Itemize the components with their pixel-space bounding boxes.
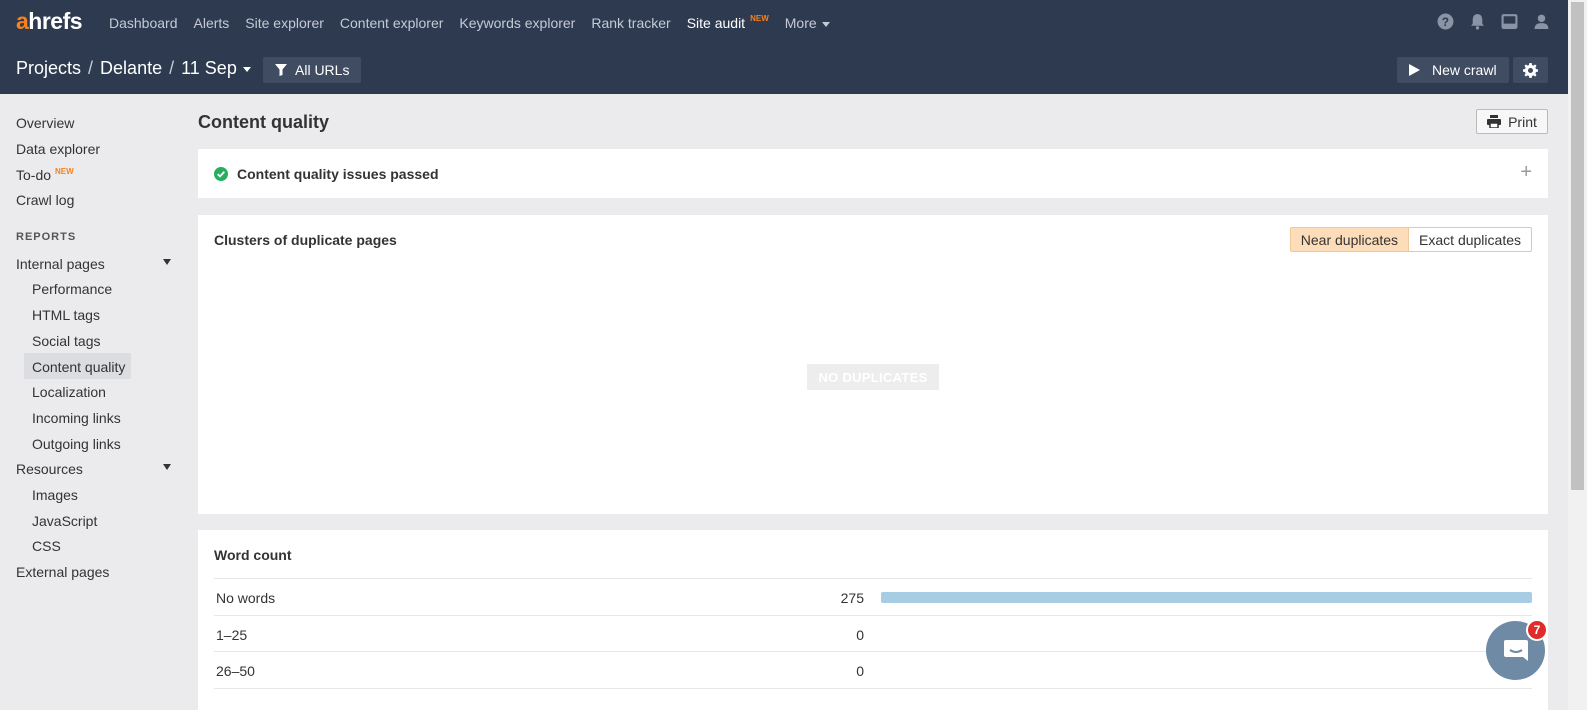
word-count-row: No words 275 <box>214 578 1532 615</box>
top-icons: ? <box>1437 13 1550 30</box>
word-count-row: 1–25 0 <box>214 615 1532 652</box>
new-crawl-button[interactable]: New crawl <box>1397 57 1509 83</box>
breadcrumb: Projects / Delante / 11 Sep <box>16 58 251 79</box>
duplicates-panel: Clusters of duplicate pages Near duplica… <box>198 215 1548 514</box>
sidebar-item-internal-pages[interactable]: Internal pages <box>16 256 105 272</box>
sidebar-item-external-pages[interactable]: External pages <box>16 564 109 580</box>
main-nav: Dashboard Alerts Site explorer Content e… <box>109 14 830 31</box>
svg-text:?: ? <box>1442 16 1449 29</box>
user-icon[interactable] <box>1533 13 1550 30</box>
reports-header: REPORTS <box>16 231 77 243</box>
nav-rank-tracker[interactable]: Rank tracker <box>591 15 670 31</box>
settings-button[interactable] <box>1513 57 1548 83</box>
new-crawl-label: New crawl <box>1432 62 1497 78</box>
print-label: Print <box>1508 113 1537 130</box>
sidebar-item-overview[interactable]: Overview <box>16 115 74 131</box>
chevron-down-icon[interactable] <box>163 464 171 470</box>
chevron-down-icon[interactable] <box>163 259 171 265</box>
exact-duplicates-tab[interactable]: Exact duplicates <box>1409 227 1532 252</box>
sidebar-item-todo[interactable]: To-do NEW <box>16 167 74 183</box>
sidebar-item-javascript[interactable]: JavaScript <box>32 513 97 529</box>
ahrefs-logo[interactable]: ahrefs <box>16 8 83 35</box>
near-duplicates-tab[interactable]: Near duplicates <box>1289 227 1410 252</box>
filter-icon <box>275 64 287 76</box>
sidebar-item-social-tags[interactable]: Social tags <box>32 333 100 349</box>
word-count-range: No words <box>216 590 276 606</box>
word-count-panel: Word count No words 275 1–25 0 26–50 0 <box>198 530 1548 710</box>
check-circle-icon <box>214 167 228 181</box>
nav-site-audit-label: Site audit <box>686 15 746 31</box>
bell-icon[interactable] <box>1469 13 1486 30</box>
nav-more[interactable]: More <box>785 15 830 31</box>
sidebar-item-localization[interactable]: Localization <box>32 384 106 400</box>
breadcrumb-project[interactable]: Delante <box>100 58 162 78</box>
printer-icon <box>1487 115 1502 128</box>
chat-unread-badge: 7 <box>1526 619 1548 641</box>
gear-icon <box>1523 62 1538 78</box>
crawl-date-label: 11 Sep <box>181 58 237 78</box>
word-count-row: 26–50 0 <box>214 651 1532 688</box>
nav-site-explorer[interactable]: Site explorer <box>245 15 324 31</box>
word-count-title: Word count <box>214 547 292 563</box>
chevron-down-icon <box>821 21 830 27</box>
breadcrumb-projects[interactable]: Projects <box>16 58 81 78</box>
nav-more-label: More <box>784 15 817 31</box>
breadcrumb-separator: / <box>88 58 94 78</box>
word-count-range: 1–25 <box>216 627 248 643</box>
sidebar-item-todo-label: To-do <box>16 167 52 183</box>
sidebar-item-content-quality[interactable]: Content quality <box>32 359 125 375</box>
sidebar: Overview Data explorer To-do NEW Crawl lo… <box>0 94 190 710</box>
sidebar-item-resources[interactable]: Resources <box>16 461 83 477</box>
issues-passed-panel: Content quality issues passed + <box>198 149 1548 198</box>
top-navigation: ahrefs Dashboard Alerts Site explorer Co… <box>0 0 1568 46</box>
duplicates-title: Clusters of duplicate pages <box>214 232 397 248</box>
scrollbar-thumb[interactable] <box>1571 2 1584 490</box>
page-title: Content quality <box>198 112 329 132</box>
inbox-icon[interactable] <box>1501 13 1518 30</box>
word-count-range: 26–50 <box>216 663 255 679</box>
sidebar-item-crawl-log[interactable]: Crawl log <box>16 192 74 208</box>
print-button[interactable]: Print <box>1476 109 1548 134</box>
project-bar: Projects / Delante / 11 Sep All URLs New cra… <box>0 46 1568 94</box>
duplicates-toggle: Near duplicates Exact duplicates <box>1289 227 1532 252</box>
sidebar-item-images[interactable]: Images <box>32 487 78 503</box>
nav-dashboard[interactable]: Dashboard <box>109 15 178 31</box>
sidebar-item-css[interactable]: CSS <box>32 538 61 554</box>
issues-passed-status: Content quality issues passed <box>214 166 439 182</box>
play-icon <box>1409 64 1420 76</box>
crawl-date-dropdown[interactable]: 11 Sep <box>181 58 251 78</box>
sidebar-item-performance[interactable]: Performance <box>32 281 112 297</box>
issues-passed-text: Content quality issues passed <box>237 166 439 182</box>
url-filter-label: All URLs <box>295 62 350 78</box>
sidebar-item-incoming-links[interactable]: Incoming links <box>32 410 121 426</box>
nav-site-audit[interactable]: Site audit NEW <box>686 14 769 31</box>
word-count-value[interactable]: 275 <box>841 590 864 606</box>
nav-content-explorer[interactable]: Content explorer <box>340 15 444 31</box>
sidebar-item-data-explorer[interactable]: Data explorer <box>16 141 100 157</box>
expand-icon[interactable]: + <box>1520 162 1532 182</box>
page-scrollbar[interactable] <box>1568 0 1587 710</box>
new-badge: NEW <box>55 167 74 176</box>
nav-keywords-explorer[interactable]: Keywords explorer <box>459 15 575 31</box>
nav-alerts[interactable]: Alerts <box>194 15 230 31</box>
breadcrumb-separator: / <box>169 58 175 78</box>
word-count-bar <box>881 592 1532 603</box>
word-count-value[interactable]: 0 <box>856 663 864 679</box>
help-icon[interactable]: ? <box>1437 13 1454 30</box>
chevron-down-icon <box>242 66 251 72</box>
no-duplicates-placeholder: NO DUPLICATES <box>807 364 939 390</box>
word-count-row-divider <box>214 688 1532 710</box>
sidebar-item-outgoing-links[interactable]: Outgoing links <box>32 436 121 452</box>
word-count-value[interactable]: 0 <box>856 627 864 643</box>
new-badge: NEW <box>750 14 769 23</box>
chat-icon <box>1503 639 1528 661</box>
url-filter-button[interactable]: All URLs <box>263 57 362 83</box>
sidebar-item-html-tags[interactable]: HTML tags <box>32 307 100 323</box>
